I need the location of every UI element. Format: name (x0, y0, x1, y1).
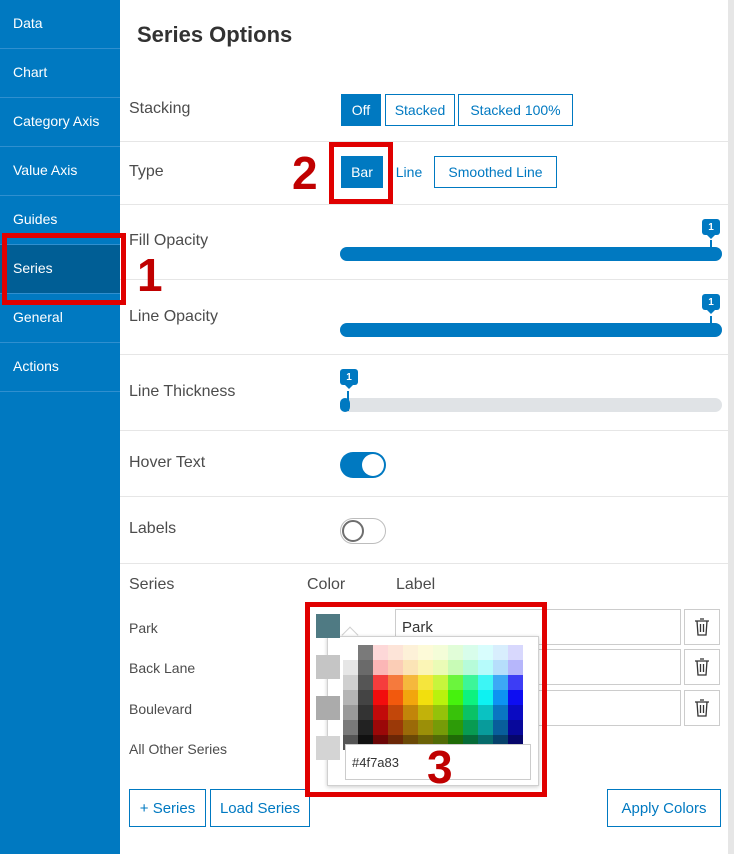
divider (120, 563, 728, 564)
hover-text-label: Hover Text (129, 454, 206, 471)
delete-series-button[interactable] (684, 649, 720, 685)
annotation-number-1: 1 (137, 249, 163, 301)
line-opacity-slider-handle[interactable] (710, 316, 712, 336)
sidebar-item-category-axis[interactable]: Category Axis (0, 98, 120, 147)
stacking-label: Stacking (129, 100, 191, 117)
type-label: Type (129, 163, 164, 180)
delete-series-button[interactable] (684, 609, 720, 645)
line-opacity-value-tooltip: 1 (702, 294, 720, 314)
add-series-button[interactable]: + Series (129, 789, 206, 827)
sidebar-item-chart[interactable]: Chart (0, 49, 120, 98)
label-column-header: Label (396, 576, 436, 593)
line-thickness-label: Line Thickness (129, 383, 236, 400)
type-smoothed-line-button[interactable]: Smoothed Line (434, 156, 557, 188)
hover-text-toggle[interactable] (340, 452, 386, 478)
line-opacity-slider[interactable] (340, 323, 722, 337)
page-title: Series Options (137, 22, 293, 47)
series-name-back-lane: Back Lane (129, 660, 196, 676)
divider (120, 204, 728, 205)
divider (120, 279, 728, 280)
annotation-number-3: 3 (427, 741, 453, 793)
divider (120, 430, 728, 431)
line-opacity-label: Line Opacity (129, 308, 218, 325)
sidebar-item-value-axis[interactable]: Value Axis (0, 147, 120, 196)
sidebar: Data Chart Category Axis Value Axis Guid… (0, 0, 120, 854)
load-series-button[interactable]: Load Series (210, 789, 310, 827)
series-name-park: Park (129, 620, 158, 636)
sidebar-item-data[interactable]: Data (0, 0, 120, 49)
annotation-box-3 (305, 602, 547, 797)
labels-label: Labels (129, 520, 177, 537)
fill-opacity-slider-fill (340, 247, 722, 261)
series-name-all-other: All Other Series (129, 741, 228, 757)
labels-toggle[interactable] (340, 518, 386, 544)
line-thickness-slider-handle[interactable] (347, 391, 349, 411)
stacking-stacked-100-button[interactable]: Stacked 100% (458, 94, 573, 126)
annotation-box-1 (2, 233, 126, 305)
line-thickness-value-tooltip: 1 (340, 369, 358, 389)
series-column-header: Series (129, 576, 175, 593)
type-line-button[interactable]: Line (390, 156, 428, 188)
toggle-knob (362, 454, 384, 476)
trash-icon (695, 618, 709, 636)
divider (120, 354, 728, 355)
apply-colors-button[interactable]: Apply Colors (607, 789, 721, 827)
fill-opacity-slider-handle[interactable] (710, 240, 712, 260)
divider (120, 141, 728, 142)
trash-icon (695, 658, 709, 676)
toggle-knob (342, 520, 364, 542)
delete-series-button[interactable] (684, 690, 720, 726)
trash-icon (695, 699, 709, 717)
line-opacity-slider-fill (340, 323, 722, 337)
fill-opacity-value-tooltip: 1 (702, 219, 720, 239)
divider (120, 496, 728, 497)
stacking-stacked-button[interactable]: Stacked (385, 94, 455, 126)
sidebar-item-actions[interactable]: Actions (0, 343, 120, 392)
color-column-header: Color (307, 576, 346, 593)
stacking-off-button[interactable]: Off (341, 94, 381, 126)
fill-opacity-slider[interactable] (340, 247, 722, 261)
annotation-number-2: 2 (292, 147, 318, 199)
series-name-boulevard: Boulevard (129, 701, 193, 717)
line-thickness-slider[interactable] (340, 398, 722, 412)
annotation-box-2 (329, 142, 393, 204)
